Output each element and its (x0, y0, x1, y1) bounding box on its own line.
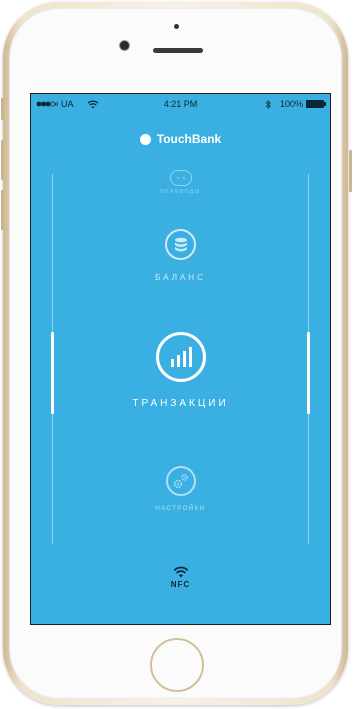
gears-icon (165, 466, 196, 496)
battery-icon (306, 100, 326, 108)
earpiece-speaker (153, 48, 203, 53)
coins-icon (165, 229, 196, 260)
menu-item-settings[interactable]: НАСТРОЙКИ (31, 466, 330, 512)
wifi-icon (173, 566, 188, 578)
front-camera (120, 41, 129, 50)
menu-label-transfers: ПЕРЕВОДЫ (160, 189, 201, 195)
logo-dot-icon (139, 133, 151, 145)
proximity-sensor (174, 24, 179, 29)
home-button[interactable] (150, 638, 204, 692)
bluetooth-icon (265, 99, 271, 109)
power-button (349, 150, 352, 192)
menu-item-transfers[interactable]: ПЕРЕВОДЫ (31, 170, 330, 195)
volume-down-button (1, 190, 4, 230)
bar-chart-icon (155, 332, 206, 382)
volume-up-button (1, 140, 4, 180)
status-bar: UA 4:21 PM 100% (31, 94, 330, 114)
app-title: TouchBank (156, 132, 222, 146)
battery-percent: 100% (279, 99, 303, 109)
menu-item-transactions[interactable]: ТРАНЗАКЦИИ (31, 332, 330, 409)
app-brand: TouchBank (31, 132, 330, 146)
nfc-label: NFC (170, 580, 191, 589)
menu-item-balance[interactable]: БАЛАНС (31, 229, 330, 282)
status-right: 100% (265, 99, 326, 109)
menu-label-settings: НАСТРОЙКИ (155, 506, 206, 512)
menu-label-balance: БАЛАНС (155, 273, 206, 282)
menu-label-transactions: ТРАНЗАКЦИИ (132, 398, 229, 409)
transfers-icon (169, 170, 192, 186)
mute-switch (1, 98, 4, 120)
nfc-button[interactable]: NFC (31, 566, 330, 589)
app-screen: UA 4:21 PM 100% TouchBank ПЕРЕВОДЫ БАЛАН… (30, 93, 331, 625)
